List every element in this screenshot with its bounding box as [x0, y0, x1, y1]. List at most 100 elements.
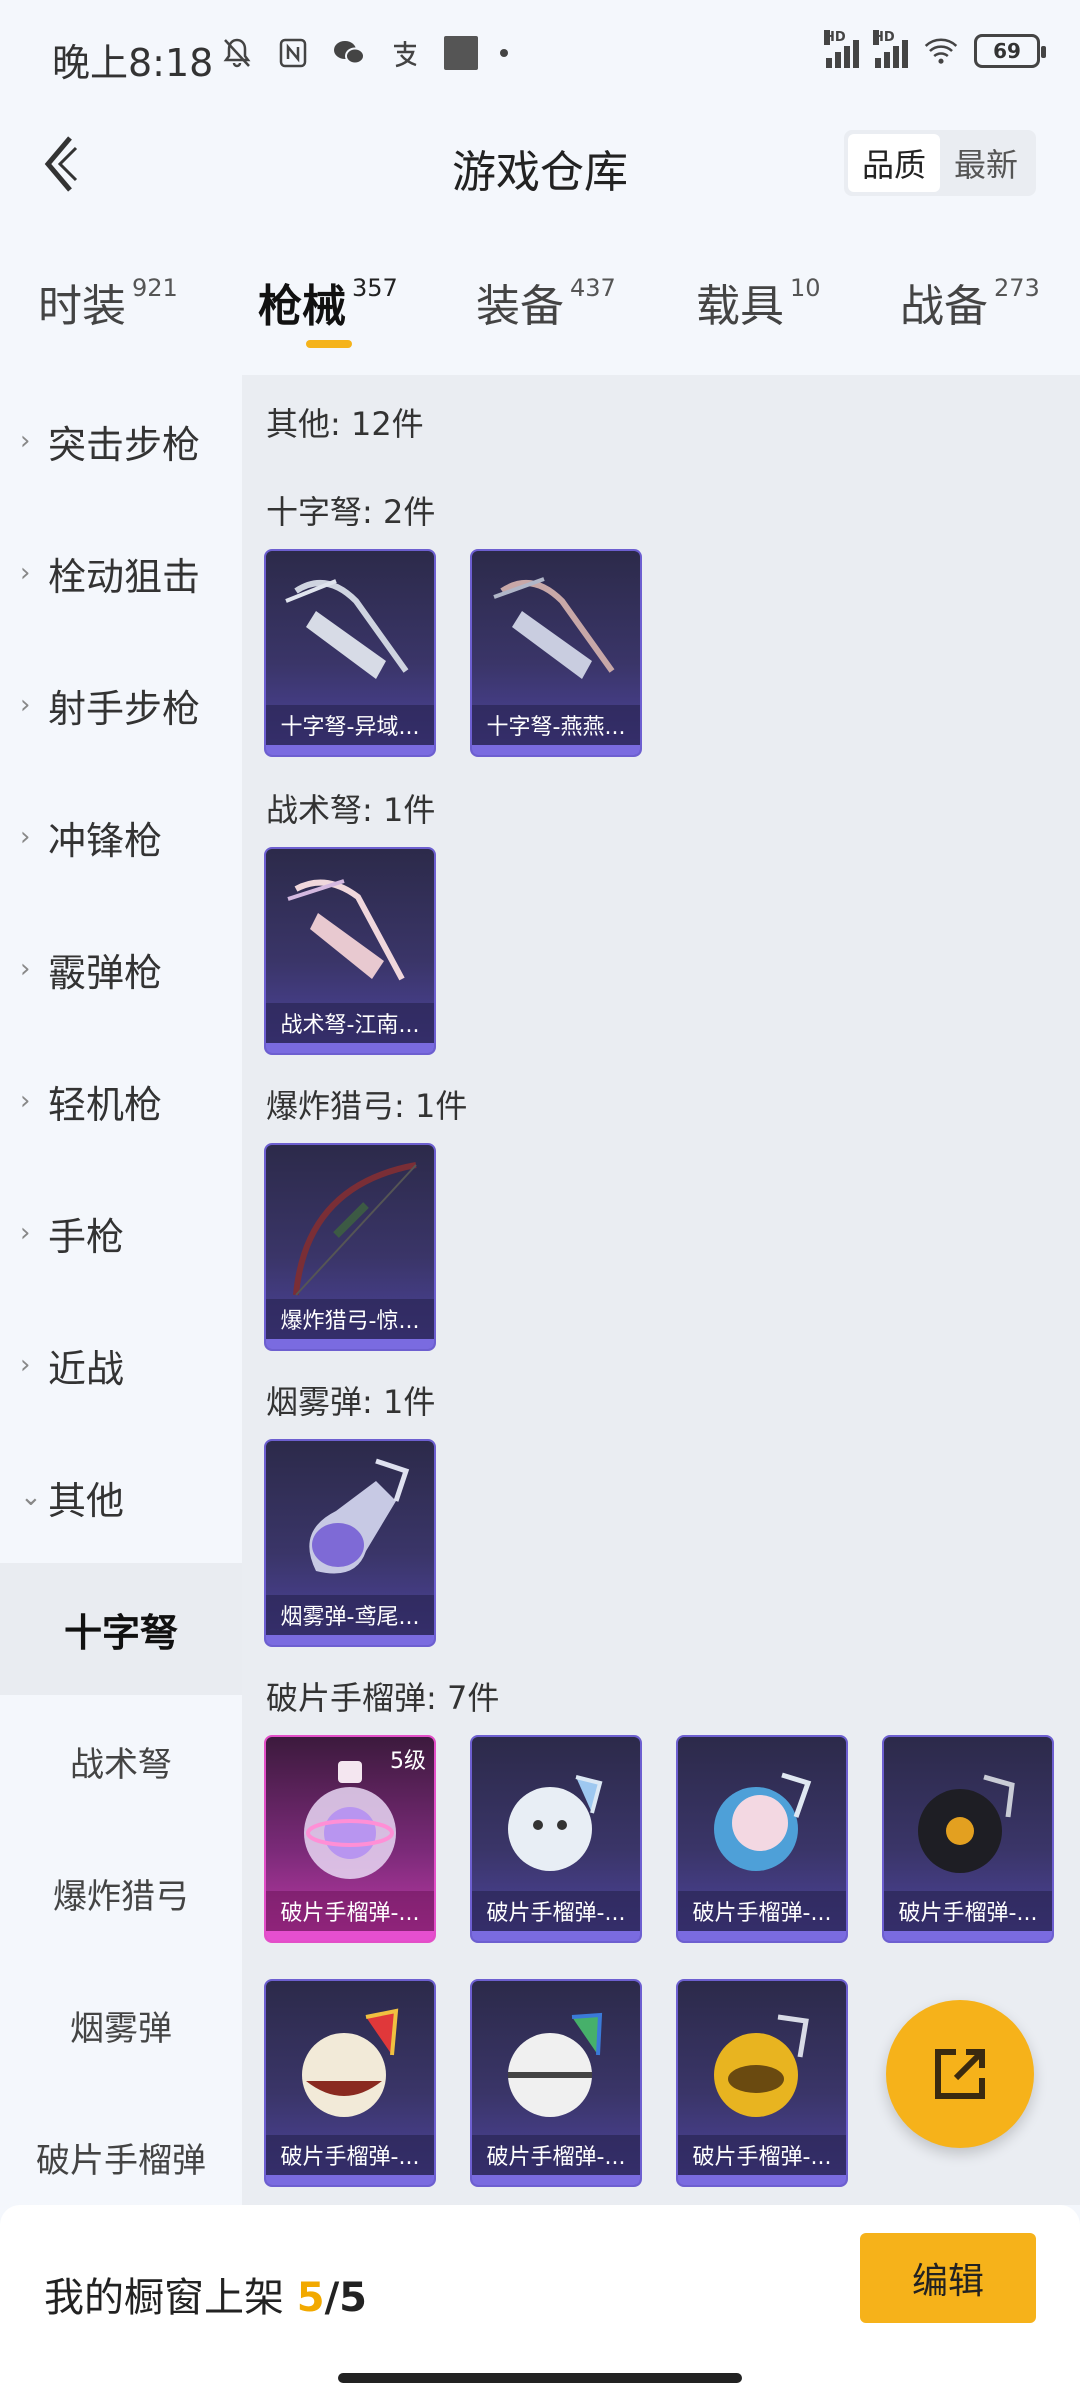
chevron-right-icon: › — [20, 954, 31, 984]
item-name: 爆炸猎弓-惊... — [266, 1299, 434, 1339]
tab-count: 437 — [570, 274, 616, 302]
section-title: 战术弩: 1件 — [266, 791, 436, 829]
inventory-content: 其他: 12件 十字弩: 2件 十字弩-异域... 十字弩-燕燕... 战术弩:… — [242, 375, 1080, 2205]
grenade-icon — [918, 1774, 1015, 1873]
item-card[interactable]: 烟雾弹-鸢尾... — [264, 1439, 436, 1647]
tab-equipment[interactable]: 装备 437 — [476, 270, 616, 334]
sidebar-sub-explosive-bow[interactable]: 爆炸猎弓 — [0, 1827, 242, 1959]
tactical-crossbow-icon — [287, 879, 405, 981]
sidebar-item-shotgun[interactable]: › 霰弹枪 — [0, 903, 242, 1035]
mute-bell-icon — [220, 36, 254, 70]
sort-quality-button[interactable]: 品质 — [847, 134, 940, 192]
rarity-stripe — [266, 1043, 434, 1053]
battery-level: 69 — [993, 39, 1021, 63]
rarity-stripe — [472, 745, 640, 755]
sidebar-item-label: 轻机枪 — [48, 1082, 163, 1127]
section-title: 爆炸猎弓: 1件 — [266, 1087, 468, 1125]
tab-label: 载具 — [696, 281, 784, 332]
status-time: 晚上8:18 — [52, 41, 214, 85]
sidebar-item-label: 栓动狙击 — [48, 554, 201, 599]
item-level-badge: 5级 — [390, 1749, 426, 1774]
item-name: 烟雾弹-鸢尾... — [266, 1595, 434, 1635]
item-card[interactable]: 爆炸猎弓-惊... — [264, 1143, 436, 1351]
item-card[interactable]: 破片手榴弹-... — [470, 1735, 642, 1943]
item-name: 十字弩-异域... — [266, 705, 434, 745]
rarity-stripe — [472, 2175, 640, 2185]
sidebar-item-label: 冲锋枪 — [48, 818, 163, 863]
rarity-stripe — [472, 1931, 640, 1941]
sidebar-item-assault-rifle[interactable]: › 突击步枪 — [0, 375, 242, 507]
sidebar-item-bolt-sniper[interactable]: › 栓动狙击 — [0, 507, 242, 639]
sidebar-sub-smoke-grenade[interactable]: 烟雾弹 — [0, 1959, 242, 2091]
signal-icon: HD — [824, 30, 859, 68]
share-fab-button[interactable] — [886, 2000, 1034, 2148]
showcase-label: 我的橱窗上架 — [44, 2275, 284, 2321]
sidebar-item-marksman-rifle[interactable]: › 射手步枪 — [0, 639, 242, 771]
tab-count: 10 — [790, 274, 821, 302]
rarity-stripe — [266, 1635, 434, 1645]
more-notifications-icon — [500, 49, 508, 57]
sidebar-item-label: 霰弹枪 — [48, 950, 163, 995]
tab-fashion[interactable]: 时装 921 — [38, 270, 178, 334]
tab-count: 273 — [994, 274, 1040, 302]
rarity-stripe — [266, 745, 434, 755]
tab-vehicles[interactable]: 载具 10 — [696, 270, 821, 334]
sidebar-item-label: 近战 — [48, 1346, 125, 1391]
section-title: 十字弩: 2件 — [266, 493, 436, 531]
smoke-grenade-icon — [309, 1458, 410, 1574]
battery-icon: 69 — [974, 34, 1046, 68]
chevron-right-icon: › — [20, 1218, 31, 1248]
tab-firearms[interactable]: 枪械 357 — [258, 270, 398, 334]
section-title: 烟雾弹: 1件 — [266, 1383, 436, 1421]
tab-label: 战备 — [900, 281, 988, 332]
sidebar-sub-tactical-crossbow[interactable]: 战术弩 — [0, 1695, 242, 1827]
crossbow-icon — [493, 577, 615, 679]
showcase-bar: 我的橱窗上架 5/5 编辑 — [0, 2205, 1080, 2400]
hd-label: HD — [824, 30, 846, 45]
summary-count: 其他: 12件 — [266, 405, 424, 443]
sidebar-item-lmg[interactable]: › 轻机枪 — [0, 1035, 242, 1167]
category-tabs: 时装 921 枪械 357 装备 437 载具 10 战备 273 — [0, 250, 1080, 370]
home-indicator[interactable] — [338, 2373, 742, 2383]
active-tab-indicator — [306, 340, 352, 348]
grenade-icon — [714, 2014, 809, 2117]
sidebar-item-melee[interactable]: › 近战 — [0, 1299, 242, 1431]
item-card[interactable]: 战术弩-江南... — [264, 847, 436, 1055]
sidebar-item-smg[interactable]: › 冲锋枪 — [0, 771, 242, 903]
grenade-icon — [714, 1772, 812, 1871]
sidebar-item-other[interactable]: ⌄ 其他 — [0, 1431, 242, 1563]
item-name: 破片手榴弹-... — [472, 1891, 640, 1931]
item-card[interactable]: 破片手榴弹-... — [676, 1979, 848, 2187]
tab-label: 枪械 — [258, 281, 346, 332]
sidebar-item-label: 手枪 — [48, 1214, 125, 1259]
item-card[interactable]: 破片手榴弹-... — [882, 1735, 1054, 1943]
hd-label-2: HD — [873, 30, 895, 45]
share-export-icon — [935, 2049, 985, 2099]
item-card[interactable]: 5级 破片手榴弹-... — [264, 1735, 436, 1943]
sort-latest-button[interactable]: 最新 — [940, 134, 1032, 192]
item-name: 破片手榴弹-... — [678, 1891, 846, 1931]
rarity-stripe — [266, 2175, 434, 2185]
nfc-icon — [276, 36, 310, 70]
item-name: 战术弩-江南... — [266, 1003, 434, 1043]
item-card[interactable]: 破片手榴弹-... — [676, 1735, 848, 1943]
showcase-count: 5 — [296, 2275, 325, 2321]
sidebar-item-label: 其他 — [48, 1478, 125, 1523]
category-sidebar: › 突击步枪 › 栓动狙击 › 射手步枪 › 冲锋枪 › 霰弹枪 › 轻机枪 › 手枪 › 近战… — [0, 375, 242, 2205]
status-bar: 晚上8:18 HD HD 69 — [0, 0, 1080, 110]
chevron-right-icon: › — [20, 1350, 31, 1380]
rarity-stripe — [678, 1931, 846, 1941]
item-card[interactable]: 十字弩-异域... — [264, 549, 436, 757]
sidebar-item-pistol[interactable]: › 手枪 — [0, 1167, 242, 1299]
item-card[interactable]: 破片手榴弹-... — [264, 1979, 436, 2187]
edit-button[interactable]: 编辑 — [860, 2233, 1036, 2323]
status-system-icons: HD HD 69 — [824, 30, 1046, 68]
tab-tactical-gear[interactable]: 战备 273 — [900, 270, 1040, 334]
grenade-icon — [302, 2008, 399, 2117]
item-card[interactable]: 破片手榴弹-... — [470, 1979, 642, 2187]
sidebar-sub-crossbow[interactable]: 十字弩 — [0, 1563, 242, 1695]
item-name: 破片手榴弹-... — [884, 1891, 1052, 1931]
item-card[interactable]: 十字弩-燕燕... — [470, 549, 642, 757]
showcase-summary: 我的橱窗上架 5/5 — [44, 2265, 367, 2323]
sidebar-sub-frag-grenade[interactable]: 破片手榴弹 — [0, 2091, 242, 2223]
